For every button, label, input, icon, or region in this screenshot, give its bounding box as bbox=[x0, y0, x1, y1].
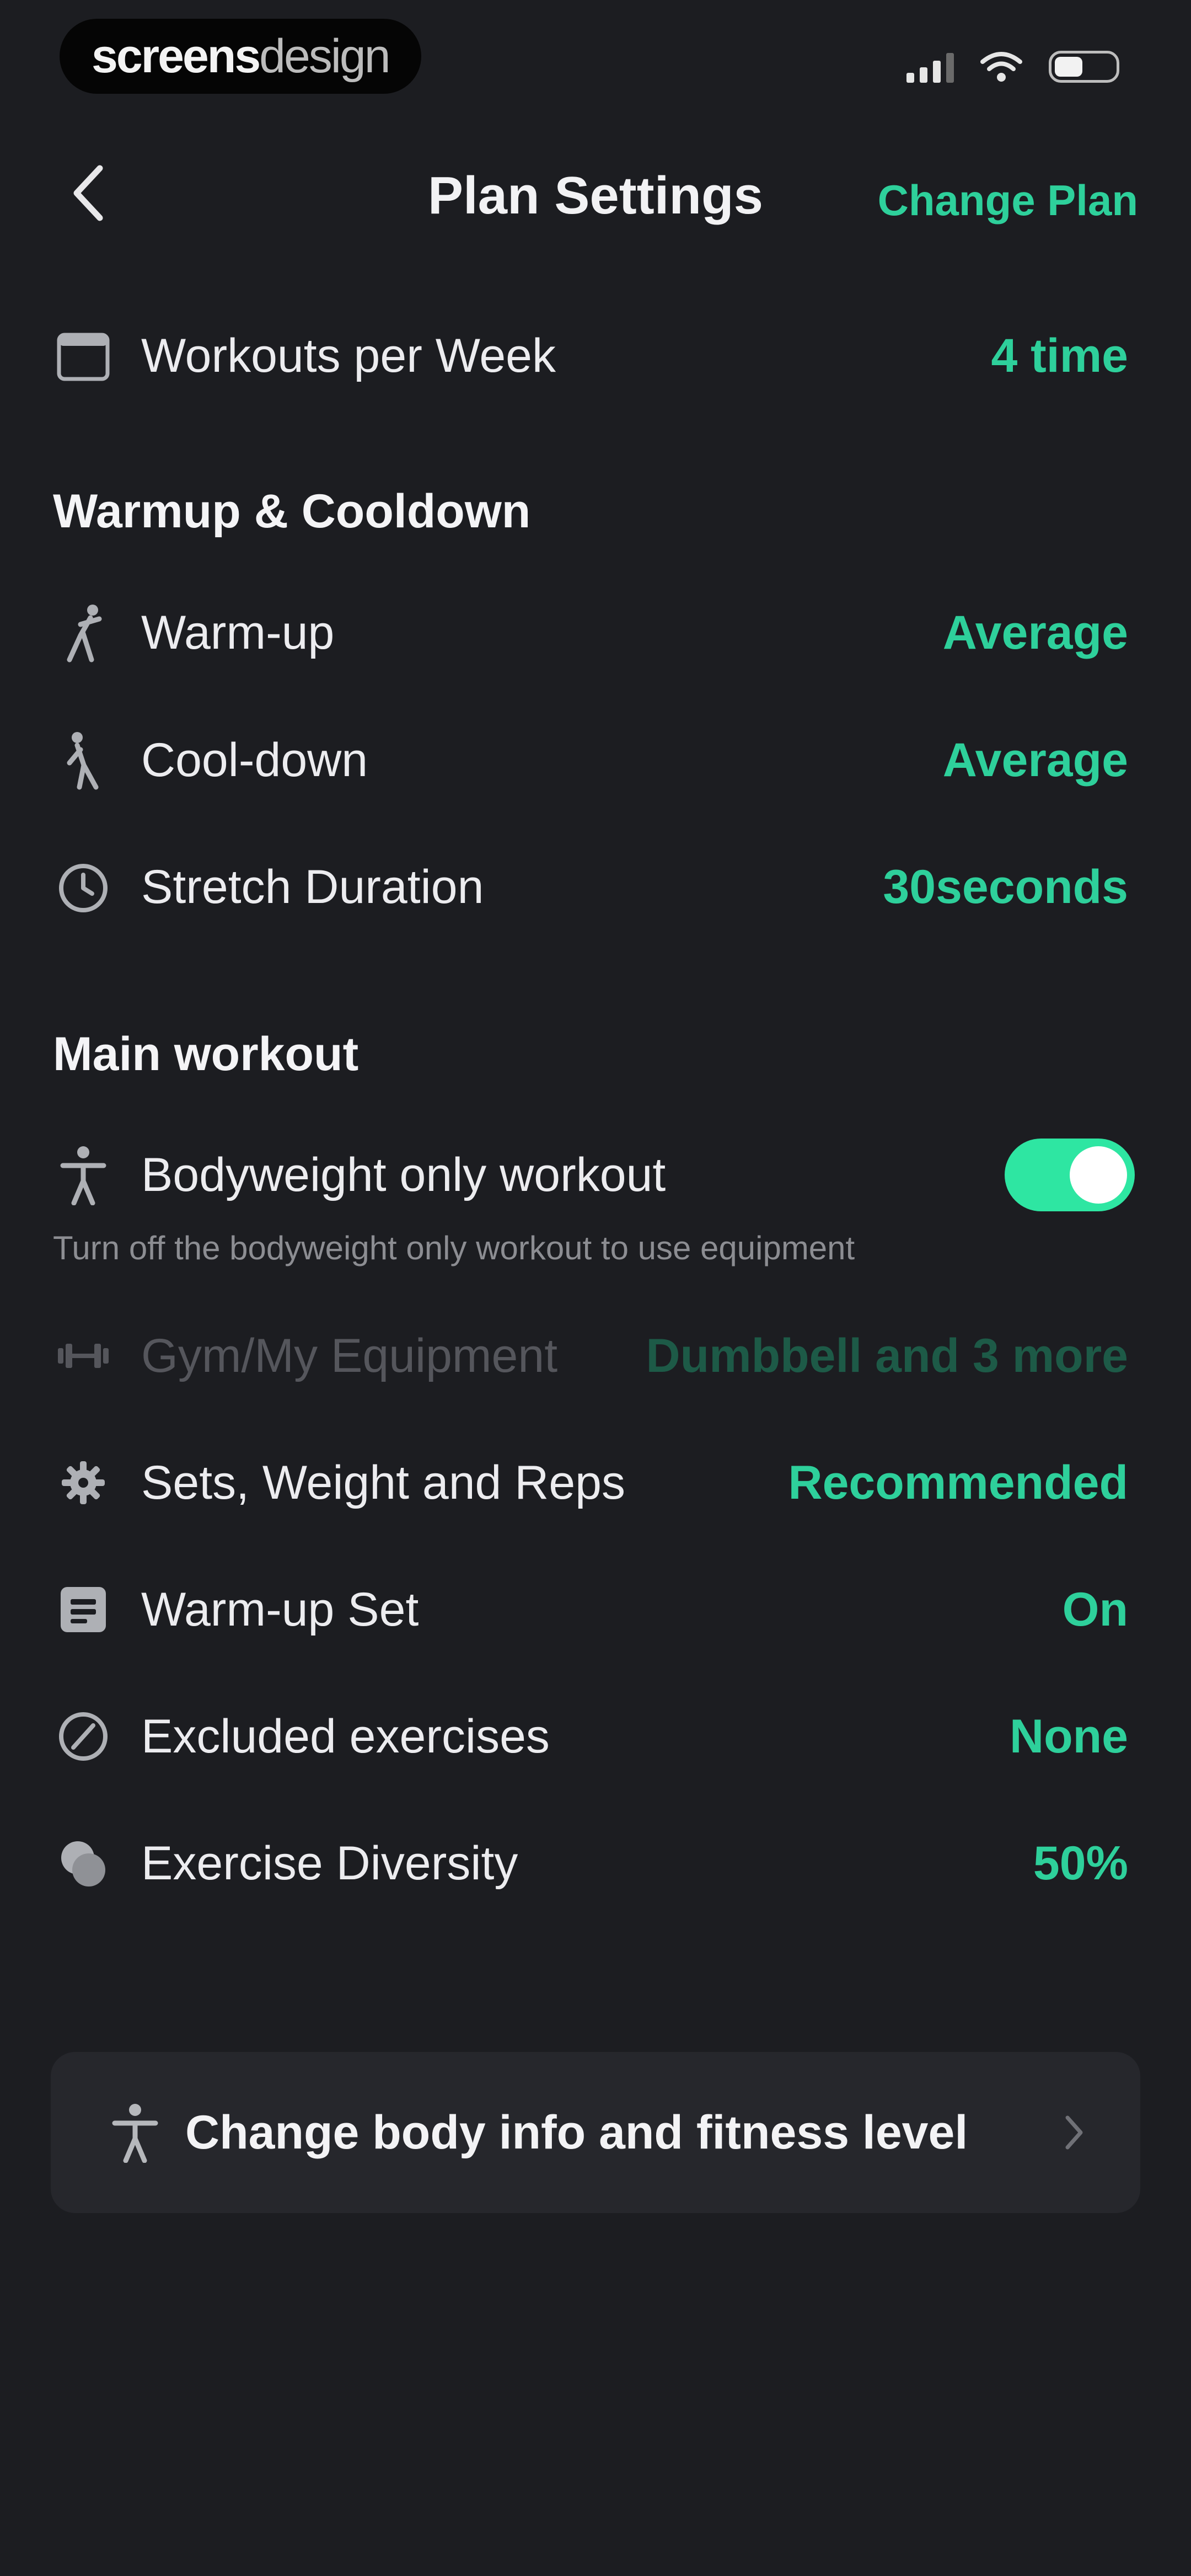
wifi-icon bbox=[980, 51, 1022, 83]
person-icon bbox=[53, 1145, 114, 1205]
bodyweight-only-label: Bodyweight only workout bbox=[141, 1148, 666, 1201]
cool-down-value: Average bbox=[942, 733, 1128, 787]
nav-bar: Plan Settings Change Plan bbox=[0, 127, 1191, 276]
stretch-duration-row[interactable]: Stretch Duration 30seconds bbox=[53, 843, 1128, 931]
sets-weight-reps-row[interactable]: Sets, Weight and Reps Recommended bbox=[53, 1439, 1128, 1527]
gear-icon bbox=[53, 1452, 114, 1513]
exercise-diversity-row[interactable]: Exercise Diversity 50% bbox=[53, 1819, 1128, 1907]
status-bar: screens design bbox=[0, 0, 1191, 121]
cooldown-icon bbox=[53, 730, 114, 790]
calendar-icon bbox=[53, 325, 114, 386]
warmup-icon bbox=[53, 602, 114, 663]
excluded-exercises-row[interactable]: Excluded exercises None bbox=[53, 1692, 1128, 1781]
main-workout-header: Main workout bbox=[53, 1028, 359, 1081]
warmup-cooldown-header: Warmup & Cooldown bbox=[53, 485, 531, 538]
brand-watermark: screens design bbox=[60, 19, 421, 94]
warm-up-label: Warm-up bbox=[141, 606, 335, 659]
change-plan-button[interactable]: Change Plan bbox=[878, 175, 1138, 226]
warm-up-set-label: Warm-up Set bbox=[141, 1583, 419, 1636]
signal-icon bbox=[906, 52, 954, 83]
brand-text-light: design bbox=[259, 29, 390, 83]
warm-up-row[interactable]: Warm-up Average bbox=[53, 589, 1128, 677]
chevron-right-icon bbox=[1041, 2102, 1085, 2163]
timer-icon bbox=[53, 857, 114, 917]
bodyweight-helper-text: Turn off the bodyweight only workout to … bbox=[53, 1230, 855, 1266]
gym-equipment-row: Gym/My Equipment Dumbbell and 3 more bbox=[53, 1312, 1128, 1400]
workouts-per-week-label: Workouts per Week bbox=[141, 329, 556, 382]
status-icons bbox=[906, 51, 1119, 83]
dumbbell-icon bbox=[53, 1326, 114, 1386]
workouts-per-week-row[interactable]: Workouts per Week 4 time bbox=[53, 312, 1128, 400]
bodyweight-only-toggle[interactable] bbox=[1005, 1139, 1135, 1211]
change-body-info-label: Change body info and fitness level bbox=[185, 2105, 968, 2159]
gym-equipment-label: Gym/My Equipment bbox=[141, 1329, 558, 1382]
stretch-duration-value: 30seconds bbox=[883, 860, 1128, 913]
brand-text-bold: screens bbox=[92, 29, 261, 83]
workouts-per-week-value: 4 time bbox=[991, 329, 1128, 382]
cool-down-label: Cool-down bbox=[141, 733, 368, 787]
change-body-info-button[interactable]: Change body info and fitness level bbox=[51, 2052, 1140, 2213]
person-icon bbox=[105, 2102, 165, 2163]
cool-down-row[interactable]: Cool-down Average bbox=[53, 716, 1128, 804]
exercise-diversity-label: Exercise Diversity bbox=[141, 1836, 518, 1890]
warm-up-set-value: On bbox=[1062, 1583, 1128, 1636]
excluded-exercises-label: Excluded exercises bbox=[141, 1709, 550, 1763]
stretch-duration-label: Stretch Duration bbox=[141, 860, 484, 913]
toggle-knob bbox=[1070, 1146, 1127, 1204]
warmup-set-icon bbox=[53, 1579, 114, 1640]
diversity-icon bbox=[53, 1833, 114, 1894]
sets-weight-reps-value: Recommended bbox=[788, 1456, 1129, 1509]
excluded-icon bbox=[53, 1706, 114, 1767]
gym-equipment-value: Dumbbell and 3 more bbox=[646, 1329, 1129, 1382]
warm-up-set-row[interactable]: Warm-up Set On bbox=[53, 1565, 1128, 1654]
warm-up-value: Average bbox=[942, 606, 1128, 659]
battery-icon bbox=[1049, 51, 1119, 83]
excluded-exercises-value: None bbox=[1010, 1709, 1128, 1763]
bodyweight-only-row: Bodyweight only workout bbox=[53, 1131, 1135, 1219]
sets-weight-reps-label: Sets, Weight and Reps bbox=[141, 1456, 626, 1509]
exercise-diversity-value: 50% bbox=[1033, 1836, 1128, 1890]
